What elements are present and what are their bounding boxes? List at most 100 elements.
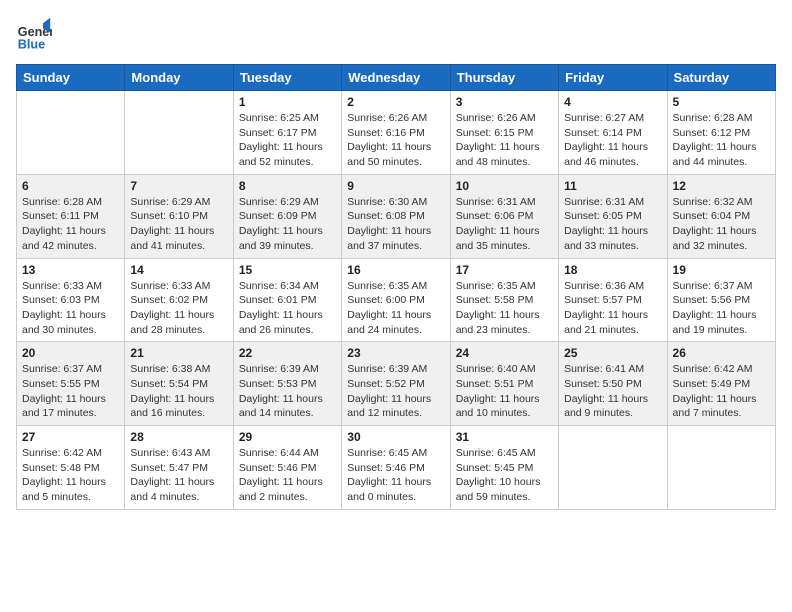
day-number: 13: [22, 263, 119, 277]
day-info: Sunrise: 6:42 AM Sunset: 5:48 PM Dayligh…: [22, 446, 119, 505]
week-row-1: 1 Sunrise: 6:25 AM Sunset: 6:17 PM Daylig…: [17, 91, 776, 175]
svg-text:Blue: Blue: [18, 37, 45, 51]
day-number: 21: [130, 346, 227, 360]
calendar-cell: [125, 91, 233, 175]
calendar-cell: 16Sunrise: 6:35 AM Sunset: 6:00 PM Dayli…: [342, 258, 450, 342]
calendar-cell: 11Sunrise: 6:31 AM Sunset: 6:05 PM Dayli…: [559, 174, 667, 258]
day-info: Sunrise: 6:28 AM Sunset: 6:11 PM Dayligh…: [22, 195, 119, 254]
day-number: 20: [22, 346, 119, 360]
day-number: 26: [673, 346, 770, 360]
calendar-cell: 17 Sunrise: 6:35 AM Sunset: 5:58 PM Dayli…: [450, 258, 558, 342]
calendar-cell: 6 Sunrise: 6:28 AM Sunset: 6:11 PM Daylig…: [17, 174, 125, 258]
calendar-cell: 13 Sunrise: 6:33 AM Sunset: 6:03 PM Dayli…: [17, 258, 125, 342]
calendar-cell: [559, 426, 667, 510]
weekday-header-friday: Friday: [559, 65, 667, 91]
day-info: Sunrise: 6:31 AM Sunset: 6:06 PM Dayligh…: [456, 195, 553, 254]
calendar-cell: 3Sunrise: 6:26 AM Sunset: 6:15 PM Daylig…: [450, 91, 558, 175]
calendar-cell: 31 Sunrise: 6:45 AM Sunset: 5:45 PM Dayli…: [450, 426, 558, 510]
calendar-cell: 20 Sunrise: 6:37 AM Sunset: 5:55 PM Dayli…: [17, 342, 125, 426]
day-info: Sunrise: 6:30 AM Sunset: 6:08 PM Dayligh…: [347, 195, 444, 254]
week-row-2: 6 Sunrise: 6:28 AM Sunset: 6:11 PM Daylig…: [17, 174, 776, 258]
week-row-3: 13 Sunrise: 6:33 AM Sunset: 6:03 PM Dayli…: [17, 258, 776, 342]
week-row-4: 20 Sunrise: 6:37 AM Sunset: 5:55 PM Dayli…: [17, 342, 776, 426]
day-number: 5: [673, 95, 770, 109]
day-info: Sunrise: 6:37 AM Sunset: 5:55 PM Dayligh…: [22, 362, 119, 421]
calendar-cell: 15Sunrise: 6:34 AM Sunset: 6:01 PM Dayli…: [233, 258, 341, 342]
calendar-cell: 7 Sunrise: 6:29 AM Sunset: 6:10 PM Daylig…: [125, 174, 233, 258]
day-number: 31: [456, 430, 553, 444]
day-info: Sunrise: 6:39 AM Sunset: 5:52 PM Dayligh…: [347, 362, 444, 421]
day-info: Sunrise: 6:38 AM Sunset: 5:54 PM Dayligh…: [130, 362, 227, 421]
calendar-cell: 18 Sunrise: 6:36 AM Sunset: 5:57 PM Dayli…: [559, 258, 667, 342]
day-info: Sunrise: 6:41 AM Sunset: 5:50 PM Dayligh…: [564, 362, 661, 421]
day-info: Sunrise: 6:28 AM Sunset: 6:12 PM Dayligh…: [673, 111, 770, 170]
week-row-5: 27Sunrise: 6:42 AM Sunset: 5:48 PM Dayli…: [17, 426, 776, 510]
calendar-cell: 12 Sunrise: 6:32 AM Sunset: 6:04 PM Dayli…: [667, 174, 775, 258]
day-number: 6: [22, 179, 119, 193]
calendar-cell: 22 Sunrise: 6:39 AM Sunset: 5:53 PM Dayli…: [233, 342, 341, 426]
day-number: 10: [456, 179, 553, 193]
day-info: Sunrise: 6:40 AM Sunset: 5:51 PM Dayligh…: [456, 362, 553, 421]
calendar-cell: 25 Sunrise: 6:41 AM Sunset: 5:50 PM Dayli…: [559, 342, 667, 426]
calendar-cell: 19 Sunrise: 6:37 AM Sunset: 5:56 PM Dayli…: [667, 258, 775, 342]
day-info: Sunrise: 6:43 AM Sunset: 5:47 PM Dayligh…: [130, 446, 227, 505]
day-number: 30: [347, 430, 444, 444]
calendar-cell: 21 Sunrise: 6:38 AM Sunset: 5:54 PM Dayli…: [125, 342, 233, 426]
day-number: 1: [239, 95, 336, 109]
day-number: 15: [239, 263, 336, 277]
day-number: 29: [239, 430, 336, 444]
day-info: Sunrise: 6:33 AM Sunset: 6:03 PM Dayligh…: [22, 279, 119, 338]
calendar-cell: 28 Sunrise: 6:43 AM Sunset: 5:47 PM Dayli…: [125, 426, 233, 510]
calendar-cell: 5 Sunrise: 6:28 AM Sunset: 6:12 PM Daylig…: [667, 91, 775, 175]
calendar-cell: 14Sunrise: 6:33 AM Sunset: 6:02 PM Dayli…: [125, 258, 233, 342]
weekday-header-monday: Monday: [125, 65, 233, 91]
calendar-cell: 26Sunrise: 6:42 AM Sunset: 5:49 PM Dayli…: [667, 342, 775, 426]
day-info: Sunrise: 6:36 AM Sunset: 5:57 PM Dayligh…: [564, 279, 661, 338]
day-info: Sunrise: 6:37 AM Sunset: 5:56 PM Dayligh…: [673, 279, 770, 338]
day-info: Sunrise: 6:35 AM Sunset: 5:58 PM Dayligh…: [456, 279, 553, 338]
day-number: 7: [130, 179, 227, 193]
calendar-cell: 23 Sunrise: 6:39 AM Sunset: 5:52 PM Dayli…: [342, 342, 450, 426]
calendar-cell: 30 Sunrise: 6:45 AM Sunset: 5:46 PM Dayli…: [342, 426, 450, 510]
page-header: General Blue: [16, 16, 776, 52]
calendar-cell: [17, 91, 125, 175]
day-number: 9: [347, 179, 444, 193]
calendar-cell: 24 Sunrise: 6:40 AM Sunset: 5:51 PM Dayli…: [450, 342, 558, 426]
calendar-table: SundayMondayTuesdayWednesdayThursdayFrid…: [16, 64, 776, 510]
day-info: Sunrise: 6:45 AM Sunset: 5:45 PM Dayligh…: [456, 446, 553, 505]
calendar-cell: 10 Sunrise: 6:31 AM Sunset: 6:06 PM Dayli…: [450, 174, 558, 258]
day-info: Sunrise: 6:29 AM Sunset: 6:09 PM Dayligh…: [239, 195, 336, 254]
day-info: Sunrise: 6:26 AM Sunset: 6:16 PM Dayligh…: [347, 111, 444, 170]
day-info: Sunrise: 6:44 AM Sunset: 5:46 PM Dayligh…: [239, 446, 336, 505]
day-number: 17: [456, 263, 553, 277]
weekday-header-tuesday: Tuesday: [233, 65, 341, 91]
day-number: 18: [564, 263, 661, 277]
day-info: Sunrise: 6:32 AM Sunset: 6:04 PM Dayligh…: [673, 195, 770, 254]
day-number: 12: [673, 179, 770, 193]
calendar-cell: 29 Sunrise: 6:44 AM Sunset: 5:46 PM Dayli…: [233, 426, 341, 510]
day-number: 22: [239, 346, 336, 360]
day-number: 2: [347, 95, 444, 109]
day-info: Sunrise: 6:27 AM Sunset: 6:14 PM Dayligh…: [564, 111, 661, 170]
day-number: 16: [347, 263, 444, 277]
day-number: 25: [564, 346, 661, 360]
day-info: Sunrise: 6:25 AM Sunset: 6:17 PM Dayligh…: [239, 111, 336, 170]
day-number: 23: [347, 346, 444, 360]
calendar-cell: 9 Sunrise: 6:30 AM Sunset: 6:08 PM Daylig…: [342, 174, 450, 258]
day-number: 24: [456, 346, 553, 360]
weekday-header-row: SundayMondayTuesdayWednesdayThursdayFrid…: [17, 65, 776, 91]
calendar-cell: 1 Sunrise: 6:25 AM Sunset: 6:17 PM Daylig…: [233, 91, 341, 175]
day-number: 8: [239, 179, 336, 193]
calendar-cell: [667, 426, 775, 510]
logo: General Blue: [16, 16, 54, 52]
day-info: Sunrise: 6:39 AM Sunset: 5:53 PM Dayligh…: [239, 362, 336, 421]
day-number: 19: [673, 263, 770, 277]
day-number: 11: [564, 179, 661, 193]
weekday-header-saturday: Saturday: [667, 65, 775, 91]
logo-icon: General Blue: [16, 16, 52, 52]
day-info: Sunrise: 6:45 AM Sunset: 5:46 PM Dayligh…: [347, 446, 444, 505]
calendar-cell: 2 Sunrise: 6:26 AM Sunset: 6:16 PM Daylig…: [342, 91, 450, 175]
day-info: Sunrise: 6:33 AM Sunset: 6:02 PM Dayligh…: [130, 279, 227, 338]
day-number: 28: [130, 430, 227, 444]
day-info: Sunrise: 6:29 AM Sunset: 6:10 PM Dayligh…: [130, 195, 227, 254]
